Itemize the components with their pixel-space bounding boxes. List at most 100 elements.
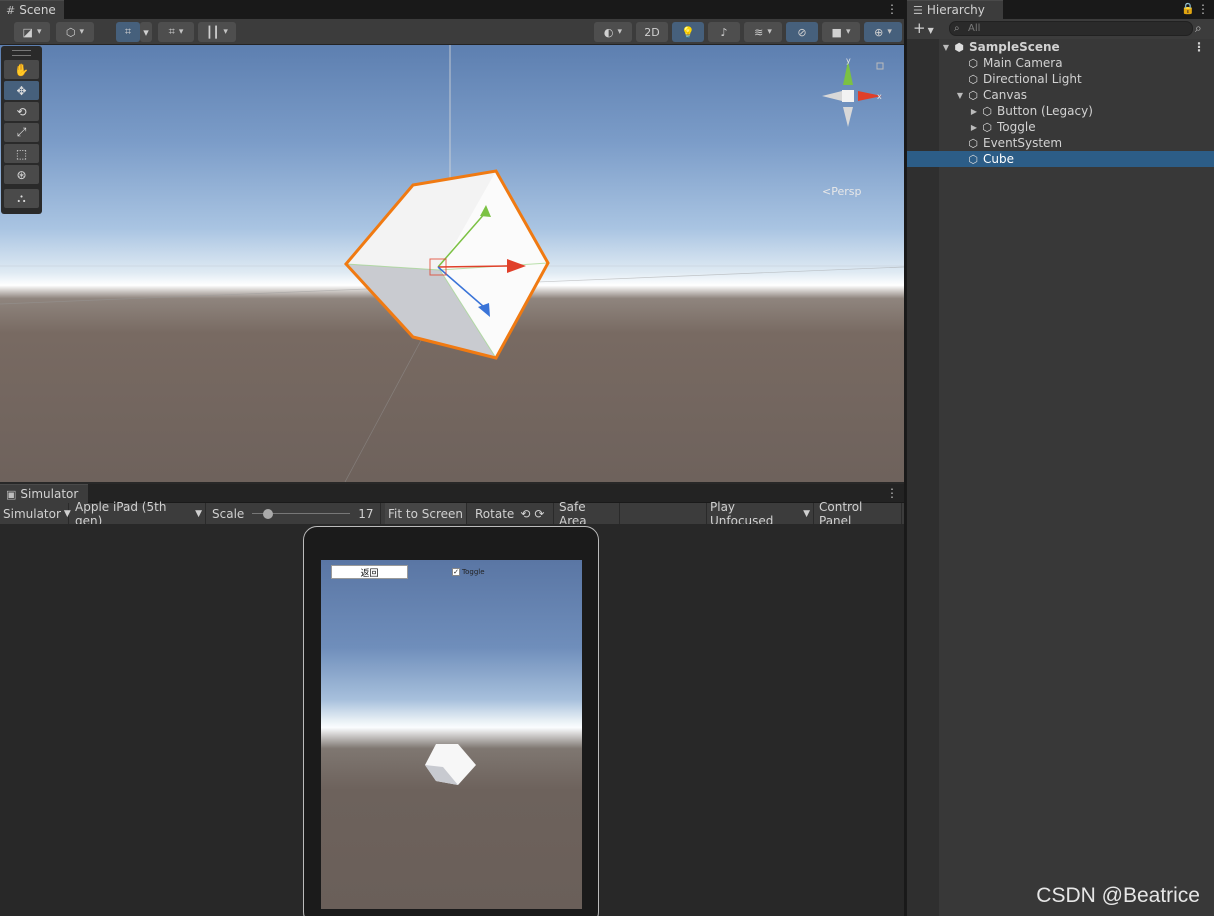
- simulator-toolbar: Simulator ▼ Apple iPad (5th gen) ▼ Scale 1…: [0, 500, 904, 528]
- rotate-label: Rotate: [475, 507, 515, 521]
- gameobject-cube-icon: ⬡: [968, 152, 978, 166]
- rotate-left-icon[interactable]: ⟲: [520, 507, 530, 521]
- collapse-arrow-icon[interactable]: ▶: [968, 123, 980, 132]
- hierarchy-item-canvas[interactable]: ▼ ⬡ Canvas: [907, 87, 1214, 103]
- hand-tool-button[interactable]: ✋: [4, 60, 39, 79]
- search-by-type-icon[interactable]: ⌕: [1195, 21, 1202, 36]
- hierarchy-toolbar: + ▼ ⌕ All ⌕: [907, 19, 1214, 39]
- gizmos-dropdown[interactable]: ⊕: [864, 22, 902, 42]
- hierarchy-item-label: Main Camera: [983, 56, 1063, 70]
- move-arrows-icon: ✥: [16, 83, 27, 98]
- draw-mode-button[interactable]: ◪: [14, 22, 50, 42]
- expand-arrow-icon[interactable]: ▼: [940, 43, 952, 52]
- rotate-tool-button[interactable]: ⟲: [4, 102, 39, 121]
- hierarchy-item-directional-light[interactable]: ⬡ Directional Light: [907, 71, 1214, 87]
- effects-dropdown[interactable]: ≋: [744, 22, 782, 42]
- hierarchy-gutter: [907, 39, 939, 916]
- speaker-muted-icon: ♪: [720, 25, 728, 39]
- palette-grip[interactable]: [12, 50, 31, 56]
- rotate-right-icon[interactable]: ⟳: [534, 507, 544, 521]
- expand-arrow-icon[interactable]: ▼: [954, 91, 966, 100]
- back-button[interactable]: 返回: [331, 565, 408, 579]
- play-mode-dropdown[interactable]: Play Unfocused ▼: [706, 500, 814, 528]
- rect-tool-button[interactable]: ⬚: [4, 144, 39, 163]
- custom-tool-button[interactable]: ⛬: [4, 189, 39, 208]
- hierarchy-more-icon[interactable]: ⋮: [1197, 3, 1209, 15]
- toggle-checkbox[interactable]: ✓: [452, 568, 460, 576]
- audio-toggle[interactable]: ♪: [708, 22, 740, 42]
- increment-snap-button[interactable]: ⌗: [158, 22, 194, 42]
- collapse-arrow-icon[interactable]: ▶: [968, 107, 980, 116]
- safe-area-toggle[interactable]: Safe Area: [556, 500, 620, 528]
- mode-2d-label: 2D: [644, 25, 660, 39]
- hierarchy-item-label: SampleScene: [969, 40, 1060, 54]
- hierarchy-item-label: Toggle: [997, 120, 1036, 134]
- device-dropdown[interactable]: Apple iPad (5th gen) ▼: [72, 500, 206, 528]
- chevron-down-icon: ▼: [195, 509, 202, 519]
- chevron-down-icon: ▼: [927, 26, 934, 35]
- scene-viewport[interactable]: y x <Persp: [0, 45, 904, 482]
- hierarchy-item-toggle[interactable]: ▶ ⬡ Toggle: [907, 119, 1214, 135]
- cube-object-preview: [425, 744, 476, 785]
- hierarchy-item-samplescene[interactable]: ▼ ⬢ SampleScene ⋮: [907, 39, 1214, 55]
- scale-slider[interactable]: [252, 509, 351, 519]
- transform-tool-button[interactable]: ⊛: [4, 165, 39, 184]
- view-dropdown[interactable]: Simulator ▼: [0, 503, 71, 525]
- gizmo-y-label: y: [846, 56, 851, 65]
- render-mode-button[interactable]: ⬡: [56, 22, 94, 42]
- shading-dropdown[interactable]: ◐: [594, 22, 632, 42]
- camera-dropdown[interactable]: ■: [822, 22, 860, 42]
- hierarchy-item-eventsystem[interactable]: ⬡ EventSystem: [907, 135, 1214, 151]
- custom-tool-icon: ⛬: [17, 191, 26, 205]
- simulator-more-icon[interactable]: ⋮: [886, 487, 898, 499]
- visibility-toggle[interactable]: ⊘: [786, 22, 818, 42]
- gizmo-x-label: x: [877, 92, 882, 101]
- orientation-gizmo[interactable]: y x: [822, 56, 884, 127]
- scale-value: 17: [358, 507, 374, 521]
- grid-icon: #: [6, 3, 16, 17]
- scene-more-icon[interactable]: ⋮: [1193, 40, 1205, 54]
- search-input[interactable]: ⌕ All: [949, 21, 1193, 36]
- persp-label[interactable]: <Persp: [822, 185, 861, 198]
- toggle-label: Toggle: [462, 568, 485, 576]
- scale-slider-thumb[interactable]: [263, 509, 274, 519]
- view-dropdown-label: Simulator: [3, 507, 61, 521]
- grid-snap-dropdown[interactable]: ▾: [140, 22, 152, 42]
- hierarchy-item-label: Cube: [983, 152, 1014, 166]
- scene-toolbar: ◪ ⬡ ⌗ ▾ ⌗ ┃┃ ◐ 2D 💡 ♪ ≋ ⊘ ■ ⊕: [0, 19, 904, 45]
- control-panel-button[interactable]: Control Panel: [816, 500, 902, 528]
- scale-tool-button[interactable]: ⤢: [4, 123, 39, 142]
- scale-control: Scale 17: [209, 503, 381, 525]
- gameobject-cube-icon: ⬡: [982, 120, 992, 134]
- search-placeholder: All: [968, 23, 981, 34]
- tab-hierarchy[interactable]: ☰ Hierarchy: [907, 0, 1003, 19]
- hierarchy-item-button-legacy[interactable]: ▶ ⬡ Button (Legacy): [907, 103, 1214, 119]
- ruler-button[interactable]: ┃┃: [198, 22, 236, 42]
- hierarchy-item-main-camera[interactable]: ⬡ Main Camera: [907, 55, 1214, 71]
- ui-toggle[interactable]: ✓ Toggle: [452, 568, 485, 576]
- chevron-down-icon: ▼: [63, 509, 71, 519]
- scene-more-icon[interactable]: ⋮: [886, 3, 898, 15]
- mode-2d-button[interactable]: 2D: [636, 22, 668, 42]
- gameobject-cube-icon: ⬡: [982, 104, 992, 118]
- fit-to-screen-button[interactable]: Fit to Screen: [385, 503, 467, 525]
- device-screen[interactable]: 返回 ✓ Toggle: [321, 560, 582, 909]
- unity-scene-icon: ⬢: [954, 40, 964, 54]
- sphere-icon: ◐: [603, 25, 614, 39]
- hierarchy-item-label: Directional Light: [983, 72, 1082, 86]
- cube-icon: ⬡: [65, 25, 76, 39]
- tab-simulator-label: Simulator: [20, 487, 79, 501]
- move-tool-button[interactable]: ✥: [4, 81, 39, 100]
- tab-scene[interactable]: # Scene: [0, 0, 64, 19]
- add-button[interactable]: + ▼: [913, 20, 934, 39]
- shading-icon: ◪: [22, 25, 33, 39]
- rect-transform-icon: ⬚: [15, 146, 28, 161]
- hierarchy-item-cube[interactable]: ⬡ Cube: [907, 151, 1214, 167]
- simulator-device-icon: ▣: [6, 487, 17, 501]
- layers-icon: ≋: [754, 25, 764, 39]
- lighting-toggle[interactable]: 💡: [672, 22, 704, 42]
- grid-snap-button[interactable]: ⌗: [116, 22, 140, 42]
- grid-snap-icon: ⌗: [124, 25, 132, 38]
- lock-icon[interactable]: 🔒: [1181, 3, 1195, 14]
- chevron-down-icon: ▼: [803, 509, 810, 519]
